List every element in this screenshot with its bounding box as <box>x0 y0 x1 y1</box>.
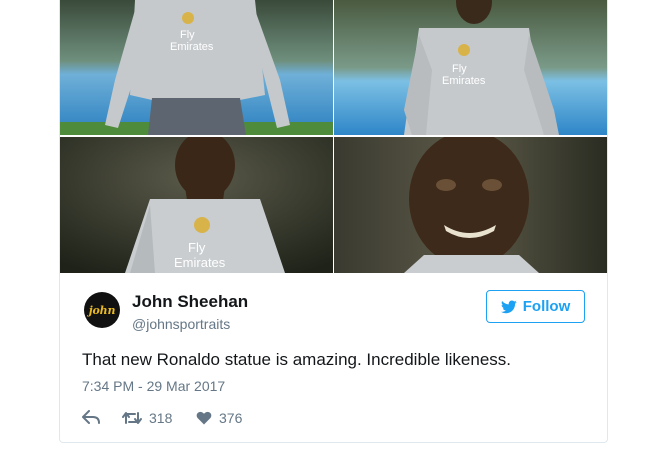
shirt-text: Fly <box>188 240 206 255</box>
shirt-text: Emirates <box>174 255 226 270</box>
avatar-text: john <box>88 303 116 317</box>
shirt-text: Fly <box>180 29 195 41</box>
author-handle[interactable]: @johnsportraits <box>132 316 230 332</box>
like-button[interactable]: 376 <box>196 410 242 426</box>
author-name[interactable]: John Sheehan <box>132 292 248 312</box>
photo-grid: Fly Emirates Fly Emirates Fly Emirates <box>60 0 607 273</box>
retweet-count: 318 <box>149 410 173 426</box>
shirt-text: Fly <box>452 63 467 75</box>
twitter-bird-icon <box>500 299 517 313</box>
heart-icon <box>196 411 212 425</box>
retweet-button[interactable]: 318 <box>122 410 172 426</box>
shirt-text: Emirates <box>170 41 214 53</box>
follow-button[interactable]: Follow <box>486 290 585 323</box>
tweet-timestamp[interactable]: 7:34 PM - 29 Mar 2017 <box>82 378 225 394</box>
reply-button[interactable] <box>82 410 100 424</box>
avatar[interactable]: john <box>84 292 120 328</box>
retweet-icon <box>122 412 142 424</box>
photo-2[interactable]: Fly Emirates <box>334 0 607 135</box>
photo-1[interactable]: Fly Emirates <box>60 0 333 135</box>
like-count: 376 <box>219 410 243 426</box>
photo-4[interactable] <box>334 137 607 273</box>
follow-label: Follow <box>522 298 571 315</box>
reply-icon <box>82 410 100 424</box>
photo-3[interactable]: Fly Emirates <box>60 137 333 273</box>
tweet-card: Fly Emirates Fly Emirates Fly Emirates j… <box>59 0 608 443</box>
tweet-text: That new Ronaldo statue is amazing. Incr… <box>82 350 512 369</box>
shirt-text: Emirates <box>442 75 486 87</box>
